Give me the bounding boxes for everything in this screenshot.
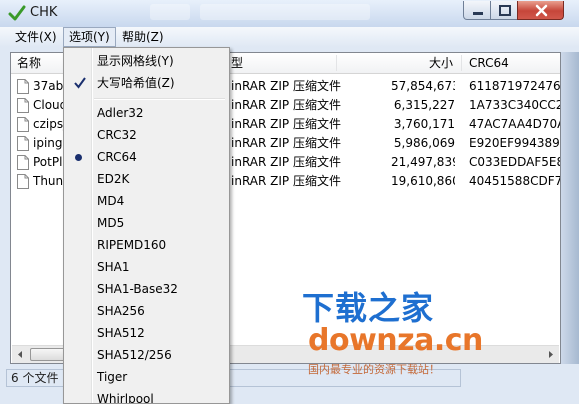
file-type: inRAR ZIP 压缩文件 bbox=[231, 117, 341, 131]
menu-item-label: Tiger bbox=[97, 370, 128, 384]
maximize-button[interactable] bbox=[490, 1, 518, 20]
maximize-icon bbox=[499, 5, 511, 16]
menu-item-label: SHA256 bbox=[97, 304, 145, 318]
menu-item-uppercase-hash[interactable]: 大写哈希值(Z) bbox=[66, 72, 227, 94]
file-icon bbox=[17, 174, 29, 189]
menu-item-adler32[interactable]: Adler32 bbox=[66, 102, 227, 124]
file-crc: E920EF994389FAC bbox=[469, 136, 560, 150]
menu-item-sha1[interactable]: SHA1 bbox=[66, 256, 227, 278]
menu-item-md4[interactable]: MD4 bbox=[66, 190, 227, 212]
menu-file[interactable]: 文件(X) bbox=[10, 27, 62, 47]
menu-item-label: SHA1 bbox=[97, 260, 130, 274]
file-name: Cloud bbox=[33, 98, 63, 112]
file-name: czipsj bbox=[33, 117, 63, 131]
menu-item-label: ED2K bbox=[97, 172, 130, 186]
file-icon bbox=[17, 155, 29, 170]
menu-item-ed2k[interactable]: ED2K bbox=[66, 168, 227, 190]
file-icon bbox=[17, 98, 29, 113]
file-size: 19,610,860 bbox=[391, 174, 455, 188]
menu-item-label: Adler32 bbox=[97, 106, 144, 120]
file-size: 6,315,227 bbox=[393, 98, 455, 112]
menu-item-whirlpool[interactable]: Whirlpool bbox=[66, 388, 227, 404]
file-name: 37abc bbox=[33, 79, 63, 93]
scroll-right-button[interactable] bbox=[542, 346, 559, 363]
column-header-name[interactable]: 名称 bbox=[17, 53, 41, 73]
file-crc: 40451588CDF79EF bbox=[469, 174, 560, 188]
file-icon bbox=[17, 79, 29, 94]
checkmark-icon bbox=[74, 77, 86, 89]
file-crc: 1A733C340CC2D6 bbox=[469, 98, 560, 112]
file-icon bbox=[17, 136, 29, 151]
menu-item-ripemd160[interactable]: RIPEMD160 bbox=[66, 234, 227, 256]
watermark: 下载之家 downza.cn 国内最专业的资源下载站！ bbox=[290, 283, 483, 378]
menu-item-label: 显示网格线(Y) bbox=[97, 54, 174, 68]
file-type: inRAR ZIP 压缩文件 bbox=[231, 79, 341, 93]
menu-item-label: SHA1-Base32 bbox=[97, 282, 178, 296]
window-title: CHK bbox=[30, 5, 58, 20]
menu-item-tiger[interactable]: Tiger bbox=[66, 366, 227, 388]
file-size: 57,854,673 bbox=[391, 79, 455, 93]
title-bar[interactable]: CHK bbox=[0, 0, 579, 27]
menu-item-show-gridlines[interactable]: 显示网格线(Y) bbox=[66, 50, 227, 72]
arrow-right-icon bbox=[549, 351, 553, 358]
file-type: inRAR ZIP 压缩文件 bbox=[231, 155, 341, 169]
background-blur bbox=[200, 4, 370, 20]
menu-item-sha1-base32[interactable]: SHA1-Base32 bbox=[66, 278, 227, 300]
column-divider[interactable] bbox=[461, 55, 462, 71]
menu-item-crc64[interactable]: CRC64 bbox=[66, 146, 227, 168]
menu-options[interactable]: 选项(Y) bbox=[63, 27, 116, 47]
file-type: inRAR ZIP 压缩文件 bbox=[231, 174, 341, 188]
file-crc: C033EDDAF5E877 bbox=[469, 155, 560, 169]
file-size: 21,497,839 bbox=[391, 155, 455, 169]
column-header-size[interactable]: 大小 bbox=[429, 53, 453, 73]
file-name: PotPl bbox=[33, 155, 63, 169]
scroll-left-button[interactable] bbox=[12, 346, 29, 363]
options-menu: 显示网格线(Y) 大写哈希值(Z) Adler32 CRC32 CRC64 ED… bbox=[63, 47, 230, 404]
menu-item-label: MD5 bbox=[97, 216, 125, 230]
minimize-icon bbox=[473, 12, 483, 15]
file-crc: 47AC7AA4D70AA bbox=[469, 117, 560, 131]
window-edge bbox=[561, 52, 579, 364]
app-window: CHK 文件(X) 选项(Y) 帮助(Z) 名称 型 大小 CRC64 37ab… bbox=[0, 0, 579, 404]
minimize-button[interactable] bbox=[463, 1, 491, 20]
menu-separator bbox=[94, 98, 225, 100]
file-size: 3,760,171 bbox=[393, 117, 455, 131]
close-button[interactable] bbox=[517, 1, 564, 20]
menu-item-sha512[interactable]: SHA512 bbox=[66, 322, 227, 344]
close-icon bbox=[535, 4, 548, 17]
background-blur bbox=[150, 4, 190, 20]
menu-item-md5[interactable]: MD5 bbox=[66, 212, 227, 234]
menu-help[interactable]: 帮助(Z) bbox=[117, 27, 169, 47]
column-header-crc64[interactable]: CRC64 bbox=[469, 53, 509, 73]
menu-item-sha256[interactable]: SHA256 bbox=[66, 300, 227, 322]
menu-item-sha512-256[interactable]: SHA512/256 bbox=[66, 344, 227, 366]
watermark-url: downza.cn bbox=[308, 323, 483, 358]
arrow-left-icon bbox=[18, 351, 22, 358]
menu-item-label: 大写哈希值(Z) bbox=[97, 76, 175, 90]
menu-item-label: CRC32 bbox=[97, 128, 137, 142]
file-icon bbox=[17, 117, 29, 132]
radio-bullet-icon bbox=[75, 154, 82, 161]
file-size: 5,986,069 bbox=[393, 136, 455, 150]
menu-item-label: SHA512 bbox=[97, 326, 145, 340]
column-divider[interactable] bbox=[336, 55, 337, 71]
menu-item-label: Whirlpool bbox=[97, 392, 154, 404]
column-header-type[interactable]: 型 bbox=[231, 53, 243, 73]
menu-item-label: SHA512/256 bbox=[97, 348, 172, 362]
file-type: inRAR ZIP 压缩文件 bbox=[231, 98, 341, 112]
file-name: iping bbox=[33, 136, 63, 150]
watermark-tagline: 国内最专业的资源下载站！ bbox=[308, 363, 440, 376]
menu-item-label: RIPEMD160 bbox=[97, 238, 167, 252]
file-crc: 611871972476A67 bbox=[469, 79, 560, 93]
menu-item-label: CRC64 bbox=[97, 150, 137, 164]
menu-item-label: MD4 bbox=[97, 194, 125, 208]
file-type: inRAR ZIP 压缩文件 bbox=[231, 136, 341, 150]
menu-bar: 文件(X) 选项(Y) 帮助(Z) bbox=[0, 27, 579, 47]
checkmark-app-icon bbox=[8, 5, 26, 21]
file-name: Thun bbox=[33, 174, 63, 188]
menu-item-crc32[interactable]: CRC32 bbox=[66, 124, 227, 146]
